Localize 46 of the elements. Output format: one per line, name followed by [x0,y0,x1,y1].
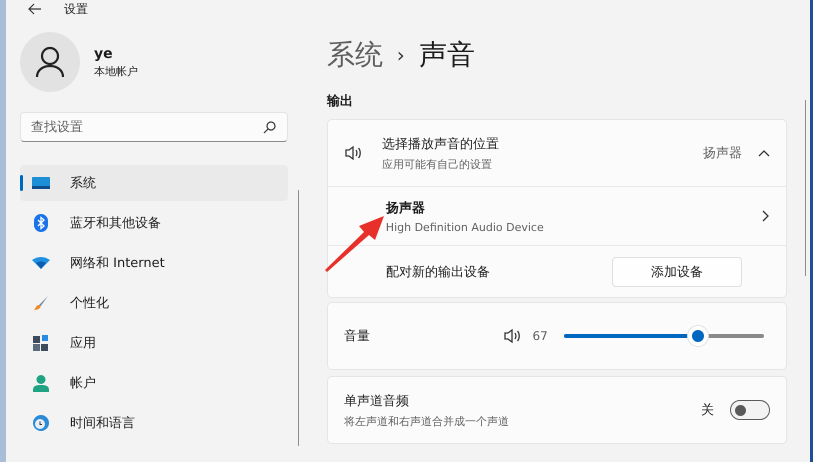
row-label: 音量 [344,328,371,345]
row-subtitle: 将左声道和右声道合并成一个声道 [344,414,510,428]
slider-thumb[interactable] [686,325,709,347]
brush-icon [33,295,49,311]
person-icon [33,374,49,392]
back-icon[interactable] [28,3,42,15]
bluetooth-icon [34,214,48,232]
sidebar-item[interactable]: 应用 [20,325,288,361]
monitor-icon [32,176,50,190]
window-title: 设置 [64,0,88,18]
breadcrumb-separator: › [396,43,405,67]
sidebar-item[interactable]: 系统 [20,165,288,201]
row-title: 选择播放声音的位置 [382,136,500,152]
person-icon [35,46,65,78]
chevron-right-icon [762,210,770,222]
clock-icon [33,415,49,431]
toggle-switch[interactable] [730,400,770,420]
chevron-up-icon[interactable] [758,149,770,157]
sidebar-item[interactable]: 帐户 [20,365,288,401]
wifi-icon [32,257,50,269]
output-choose-row[interactable]: 选择播放声音的位置 应用可能有自己的设置 扬声器 [328,120,786,186]
section-heading: 输出 [326,93,354,110]
speaker-icon [502,328,523,344]
search-field[interactable]: 查找设置 [20,112,288,142]
account-name: ye [94,46,114,62]
speaker-icon [344,145,364,161]
row-title: 单声道音频 [344,392,410,410]
row-subtitle: High Definition Audio Device [386,220,545,234]
sidebar-item[interactable]: 蓝牙和其他设备 [20,205,288,241]
volume-reading: 67 [532,329,548,343]
sidebar-item[interactable]: 个性化 [20,285,288,321]
add-device-button[interactable]: 添加设备 [612,256,742,286]
row-title: 扬声器 [386,200,426,216]
sidebar-item[interactable]: 时间和语言 [20,405,288,441]
row-label: 配对新的输出设备 [386,264,491,280]
current-device: 扬声器 [702,145,742,162]
breadcrumb-parent[interactable]: 系统 [326,36,383,74]
toggle-label: 关 [700,402,714,419]
apps-icon [33,335,49,351]
scrollbar[interactable] [804,100,806,276]
sidebar-item[interactable]: 网络和 Internet [20,245,288,281]
row-subtitle: 应用可能有自己的设置 [382,156,493,172]
scrollbar[interactable] [298,190,299,446]
search-icon [263,121,276,134]
account-type: 本地帐户 [94,64,138,78]
page-title: 声音 [418,37,475,73]
